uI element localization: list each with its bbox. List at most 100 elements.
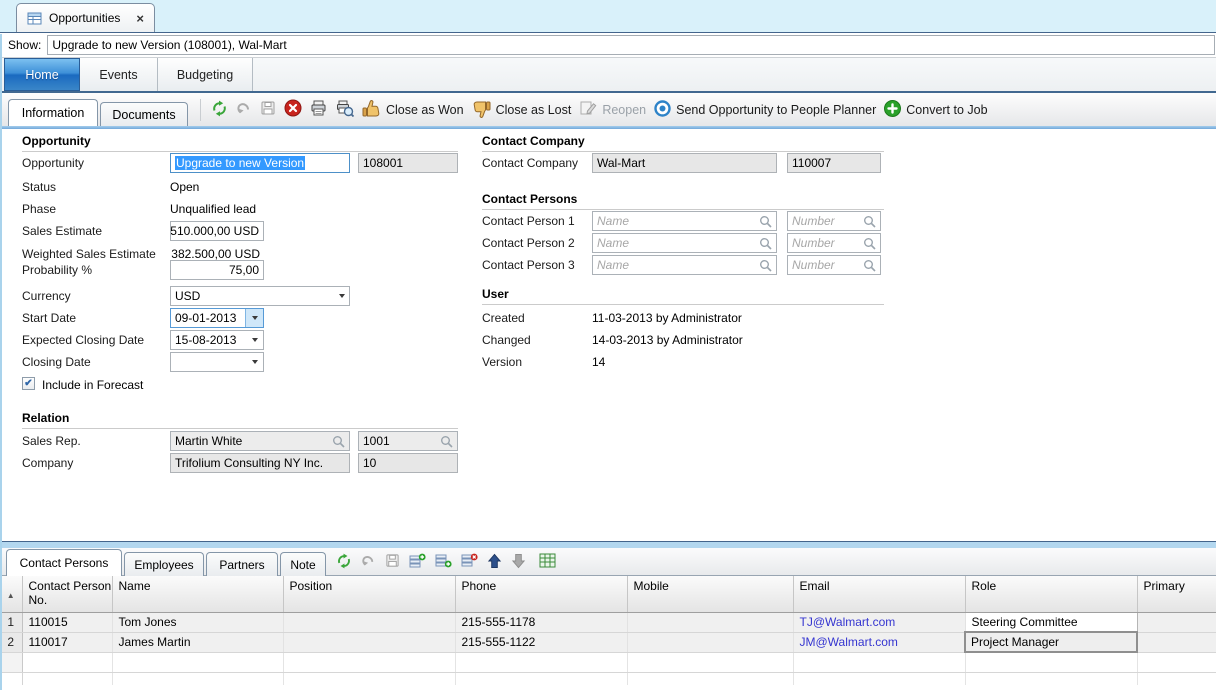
- sales-rep-number-field[interactable]: 1001: [358, 431, 458, 451]
- ribbon-tab-home[interactable]: Home: [4, 58, 80, 91]
- contact-person-2-number-input[interactable]: [792, 235, 863, 251]
- column-header-contact-person-no[interactable]: Contact Person No.: [22, 576, 112, 612]
- cell-phone[interactable]: 215-555-1178: [455, 612, 627, 632]
- changed-value: 14-03-2013 by Administrator: [592, 333, 743, 347]
- phase-label: Phase: [22, 202, 56, 216]
- search-icon[interactable]: [759, 259, 772, 272]
- sort-column-header[interactable]: ▲: [0, 576, 22, 612]
- tab-partners[interactable]: Partners: [206, 552, 278, 576]
- sales-rep-number-value: 1001: [363, 434, 390, 448]
- tab-contact-persons[interactable]: Contact Persons: [6, 549, 122, 576]
- contact-person-2-name-field[interactable]: [592, 233, 777, 253]
- tab-information[interactable]: Information: [8, 99, 98, 126]
- start-date-picker[interactable]: 09-01-2013: [170, 308, 264, 328]
- sales-rep-name-field[interactable]: Martin White: [170, 431, 350, 451]
- opportunity-name-input[interactable]: Upgrade to new Version: [170, 153, 350, 173]
- column-header-primary[interactable]: Primary: [1137, 576, 1216, 612]
- contact-person-1-number-input[interactable]: [792, 213, 863, 229]
- ribbon-tab-events-label: Events: [99, 68, 137, 82]
- close-tab-icon[interactable]: ×: [136, 12, 144, 25]
- cell-role[interactable]: Steering Committee: [965, 612, 1137, 632]
- column-header-role[interactable]: Role: [965, 576, 1137, 612]
- cell-contact-person-no[interactable]: 110017: [22, 632, 112, 652]
- grid-view-icon[interactable]: [539, 553, 556, 571]
- cell-name[interactable]: James Martin: [112, 632, 283, 652]
- cell-position[interactable]: [283, 632, 455, 652]
- contact-company-name-field: Wal-Mart: [592, 153, 777, 173]
- currency-dropdown[interactable]: USD: [170, 286, 350, 306]
- tab-note[interactable]: Note: [280, 552, 326, 576]
- field-row-contact-person-3: Contact Person 3: [482, 255, 884, 275]
- column-header-mobile[interactable]: Mobile: [627, 576, 793, 612]
- cell-mobile[interactable]: [627, 632, 793, 652]
- include-forecast-checkbox[interactable]: ✔: [22, 377, 35, 390]
- contact-person-2-number-field[interactable]: [787, 233, 881, 253]
- contact-person-3-number-input[interactable]: [792, 257, 863, 273]
- probability-input[interactable]: 75,00: [170, 260, 264, 280]
- column-header-name[interactable]: Name: [112, 576, 283, 612]
- cancel-icon[interactable]: [284, 99, 302, 120]
- row-number-cell[interactable]: 2: [0, 632, 22, 652]
- calendar-dropdown-icon[interactable]: [246, 353, 263, 371]
- cell-position[interactable]: [283, 612, 455, 632]
- print-icon[interactable]: [310, 100, 328, 119]
- opportunity-name-selected-text: Upgrade to new Version: [175, 156, 305, 170]
- contact-person-3-number-field[interactable]: [787, 255, 881, 275]
- cell-role-focused[interactable]: Project Manager: [965, 632, 1137, 652]
- cell-contact-person-no[interactable]: 110015: [22, 612, 112, 632]
- search-icon[interactable]: [440, 435, 453, 448]
- tab-employees[interactable]: Employees: [124, 552, 204, 576]
- close-as-won-button[interactable]: Close as Won: [362, 99, 464, 120]
- ribbon-tab-events[interactable]: Events: [80, 58, 158, 91]
- ribbon-tab-budgeting[interactable]: Budgeting: [158, 58, 253, 91]
- cell-primary[interactable]: [1137, 612, 1216, 632]
- cell-name[interactable]: Tom Jones: [112, 612, 283, 632]
- opportunities-document-tab[interactable]: Opportunities ×: [16, 3, 155, 32]
- show-input[interactable]: [47, 35, 1215, 55]
- column-header-phone[interactable]: Phone: [455, 576, 627, 612]
- column-header-email[interactable]: Email: [793, 576, 965, 612]
- add-row-icon[interactable]: [409, 553, 426, 572]
- document-tab-bar: Opportunities ×: [0, 0, 1216, 33]
- contact-person-1-number-field[interactable]: [787, 211, 881, 231]
- cell-email-link[interactable]: TJ@Walmart.com: [793, 612, 965, 632]
- convert-to-job-button[interactable]: Convert to Job: [884, 100, 987, 120]
- cell-mobile[interactable]: [627, 612, 793, 632]
- calendar-dropdown-icon[interactable]: [245, 309, 263, 327]
- calendar-dropdown-icon[interactable]: [246, 331, 263, 349]
- contact-person-3-name-field[interactable]: [592, 255, 777, 275]
- cell-email-link[interactable]: JM@Walmart.com: [793, 632, 965, 652]
- refresh-icon[interactable]: [211, 100, 228, 120]
- sales-estimate-input[interactable]: 510.000,00 USD: [170, 221, 264, 241]
- probability-value: 75,00: [229, 263, 259, 277]
- field-row-currency: Currency USD: [22, 286, 458, 306]
- field-row-include-forecast: ✔ Include in Forecast: [22, 376, 458, 396]
- contact-person-1-name-input[interactable]: [597, 213, 759, 229]
- refresh-icon[interactable]: [336, 553, 352, 572]
- cell-primary[interactable]: [1137, 632, 1216, 652]
- search-icon[interactable]: [863, 259, 876, 272]
- search-icon[interactable]: [863, 215, 876, 228]
- field-row-start-date: Start Date 09-01-2013: [22, 308, 458, 328]
- search-icon[interactable]: [332, 435, 345, 448]
- search-icon[interactable]: [863, 237, 876, 250]
- reopen-icon: [579, 100, 597, 119]
- print-preview-icon[interactable]: [336, 100, 354, 120]
- close-as-lost-button[interactable]: Close as Lost: [472, 101, 572, 119]
- expected-closing-picker[interactable]: 15-08-2013: [170, 330, 264, 350]
- cell-phone[interactable]: 215-555-1122: [455, 632, 627, 652]
- insert-row-icon[interactable]: [435, 553, 452, 572]
- row-number-cell[interactable]: 1: [0, 612, 22, 632]
- delete-row-icon[interactable]: [461, 553, 478, 572]
- column-header-position[interactable]: Position: [283, 576, 455, 612]
- send-to-people-planner-label: Send Opportunity to People Planner: [676, 103, 876, 117]
- send-to-people-planner-button[interactable]: Send Opportunity to People Planner: [654, 100, 876, 120]
- tab-documents[interactable]: Documents: [100, 102, 188, 126]
- closing-date-picker[interactable]: [170, 352, 264, 372]
- contact-person-2-name-input[interactable]: [597, 235, 759, 251]
- search-icon[interactable]: [759, 215, 772, 228]
- contact-person-1-name-field[interactable]: [592, 211, 777, 231]
- search-icon[interactable]: [759, 237, 772, 250]
- move-up-icon[interactable]: [487, 553, 502, 572]
- contact-person-3-name-input[interactable]: [597, 257, 759, 273]
